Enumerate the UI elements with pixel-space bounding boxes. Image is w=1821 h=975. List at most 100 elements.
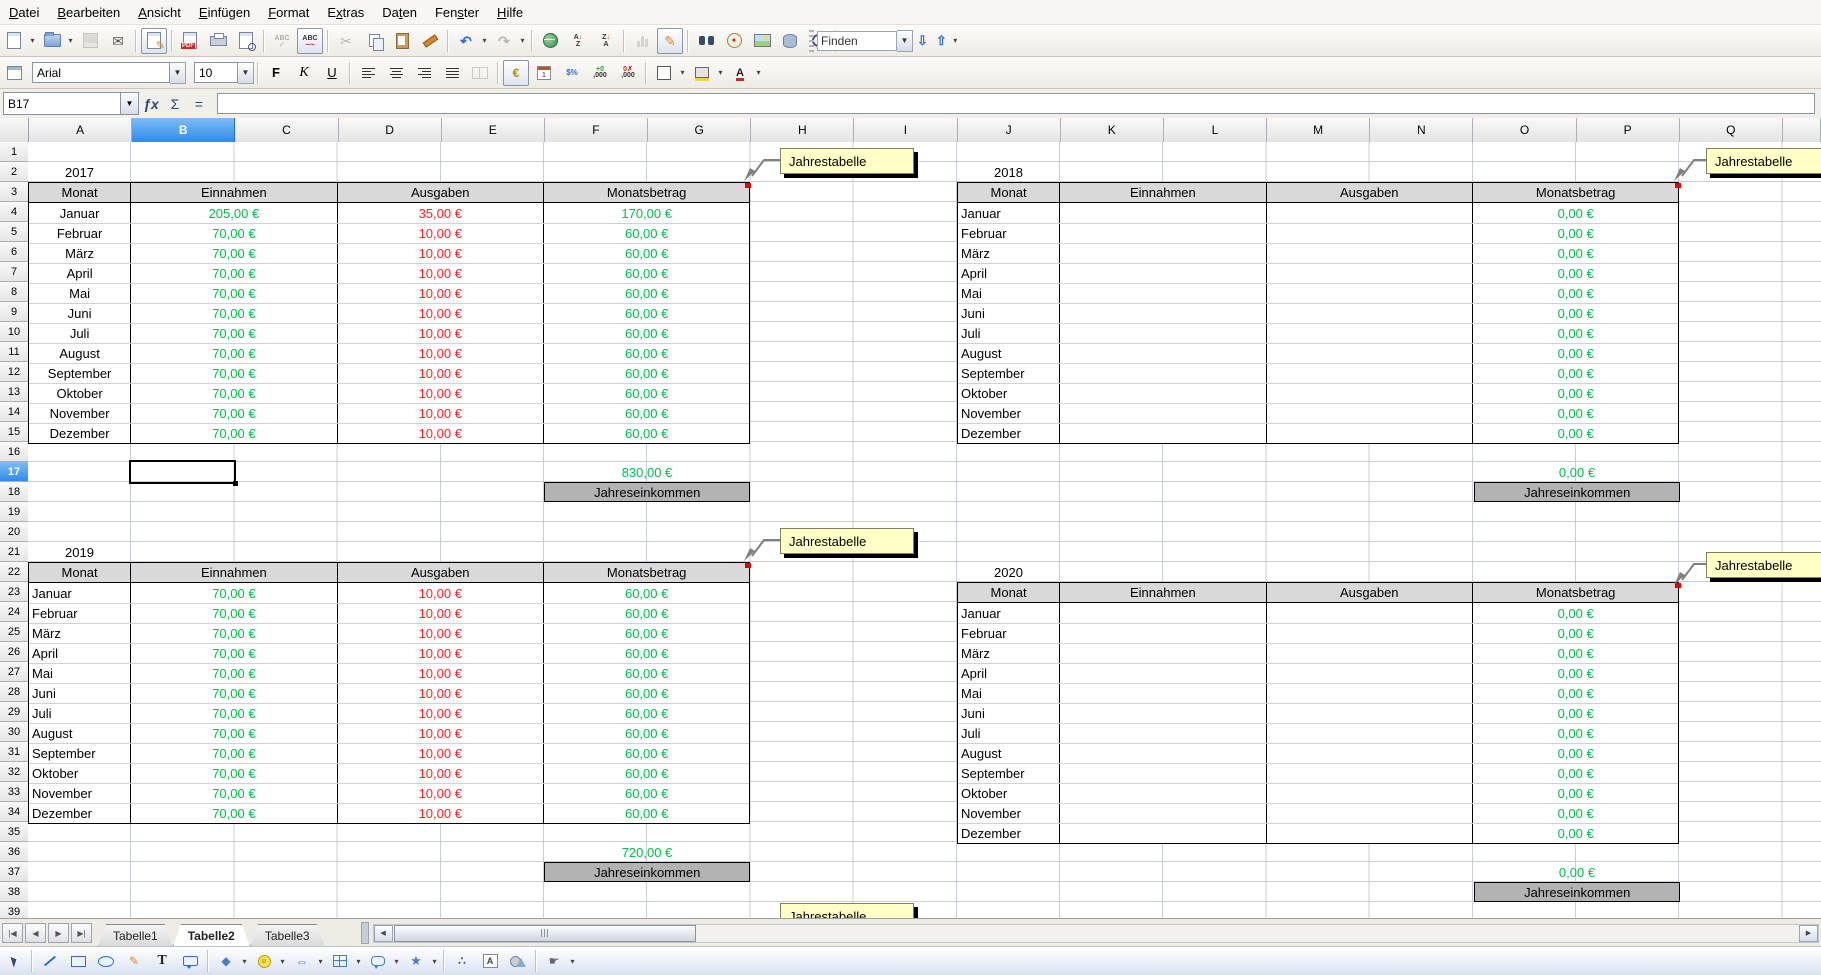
annual-sum-2018[interactable]: 0,00 € xyxy=(1474,462,1680,482)
sort-ascending-icon[interactable]: A↓Z xyxy=(565,28,591,54)
cell[interactable] xyxy=(1267,203,1473,223)
cell[interactable]: 70,00 € xyxy=(131,764,337,783)
cell[interactable] xyxy=(1060,624,1266,643)
cell[interactable]: 70,00 € xyxy=(131,384,337,403)
cell[interactable]: 10,00 € xyxy=(338,304,544,323)
merge-cells-icon[interactable] xyxy=(467,60,493,86)
year-label-2017[interactable]: 2017 xyxy=(28,162,131,182)
underline-icon[interactable]: U xyxy=(319,60,345,86)
cells-area[interactable]: 2017 2018 2019 2020 MonatEinnahmenAusgab… xyxy=(28,142,1821,918)
table-2017[interactable]: MonatEinnahmenAusgabenMonatsbetragJanuar… xyxy=(28,182,750,444)
first-sheet-icon[interactable]: |◀ xyxy=(2,923,23,943)
data-sources-icon[interactable] xyxy=(777,28,803,54)
row-header-19[interactable]: 19 xyxy=(0,502,28,522)
align-right-icon[interactable] xyxy=(411,60,437,86)
header-cell[interactable]: Monat xyxy=(958,583,1060,602)
cell[interactable]: 60,00 € xyxy=(544,644,749,663)
cell[interactable]: 70,00 € xyxy=(131,404,337,423)
header-cell[interactable]: Einnahmen xyxy=(131,563,337,582)
cell[interactable]: April xyxy=(958,264,1060,283)
row-header-2[interactable]: 2 xyxy=(0,162,28,182)
stars-icon[interactable]: ★ xyxy=(403,948,429,974)
cell[interactable]: September xyxy=(29,744,131,763)
cell[interactable] xyxy=(1267,244,1473,263)
table-2018[interactable]: MonatEinnahmenAusgabenMonatsbetragJanuar… xyxy=(957,182,1679,444)
cell[interactable]: 10,00 € xyxy=(338,684,544,703)
cell[interactable]: 0,00 € xyxy=(1473,603,1678,623)
cell[interactable] xyxy=(1267,704,1473,723)
cell[interactable] xyxy=(1267,624,1473,643)
row-header-31[interactable]: 31 xyxy=(0,742,28,762)
ellipse-icon[interactable] xyxy=(93,948,119,974)
find-dropdown-icon[interactable]: ▼ xyxy=(897,30,913,52)
hyperlink-icon[interactable] xyxy=(537,28,563,54)
cell[interactable]: 60,00 € xyxy=(544,583,749,603)
cell[interactable]: Januar xyxy=(958,203,1060,223)
cell[interactable]: 0,00 € xyxy=(1473,704,1678,723)
name-box-dropdown-icon[interactable]: ▼ xyxy=(121,92,139,115)
cell[interactable] xyxy=(1267,744,1473,763)
block-arrows-icon[interactable]: ⇔ xyxy=(289,948,315,974)
cell[interactable] xyxy=(1060,404,1266,423)
cell[interactable]: Mai xyxy=(958,284,1060,303)
cell[interactable] xyxy=(1060,384,1266,403)
cell[interactable]: 70,00 € xyxy=(131,804,337,823)
cell[interactable]: Dezember xyxy=(29,424,131,443)
cell[interactable]: 10,00 € xyxy=(338,764,544,783)
row-header-27[interactable]: 27 xyxy=(0,662,28,682)
row-header-34[interactable]: 34 xyxy=(0,802,28,822)
cell[interactable]: 70,00 € xyxy=(131,604,337,623)
cell[interactable]: 0,00 € xyxy=(1473,764,1678,783)
cell[interactable] xyxy=(1060,203,1266,223)
menu-bearbeiten[interactable]: Bearbeiten xyxy=(48,3,129,22)
cell[interactable]: Februar xyxy=(958,224,1060,243)
row-header-1[interactable]: 1 xyxy=(0,142,28,162)
cell[interactable]: Oktober xyxy=(29,764,131,783)
cell[interactable]: 10,00 € xyxy=(338,724,544,743)
cell[interactable]: 10,00 € xyxy=(338,704,544,723)
pdf-icon[interactable]: PDF xyxy=(177,28,203,54)
cell[interactable] xyxy=(1267,384,1473,403)
cell[interactable]: 70,00 € xyxy=(131,684,337,703)
cell[interactable]: 0,00 € xyxy=(1473,824,1678,843)
cell[interactable] xyxy=(1060,284,1266,303)
cell[interactable]: 60,00 € xyxy=(544,384,749,403)
row-header-37[interactable]: 37 xyxy=(0,862,28,882)
annual-sum-label-2020[interactable]: Jahreseinkommen xyxy=(1474,882,1680,902)
font-color-icon[interactable]: A xyxy=(727,60,753,86)
cell[interactable] xyxy=(1060,744,1266,763)
open-dropdown-icon[interactable]: ▾ xyxy=(66,29,75,53)
cell[interactable] xyxy=(1267,324,1473,343)
cell[interactable]: 10,00 € xyxy=(338,324,544,343)
block-arrows-dropdown-icon[interactable]: ▾ xyxy=(316,949,325,973)
cell[interactable] xyxy=(1267,603,1473,623)
cell[interactable]: Oktober xyxy=(958,384,1060,403)
cell[interactable]: 70,00 € xyxy=(131,644,337,663)
cell[interactable]: 0,00 € xyxy=(1473,304,1678,323)
callout-icon[interactable] xyxy=(177,948,203,974)
cell[interactable]: 70,00 € xyxy=(131,284,337,303)
formula-input[interactable] xyxy=(217,93,1815,114)
cell[interactable]: November xyxy=(29,784,131,803)
menu-einfügen[interactable]: Einfügen xyxy=(190,3,259,22)
cell[interactable] xyxy=(1267,284,1473,303)
column-header-partial[interactable] xyxy=(1783,118,1821,142)
cell[interactable]: 70,00 € xyxy=(131,264,337,283)
cell[interactable]: 10,00 € xyxy=(338,224,544,243)
cell[interactable]: 70,00 € xyxy=(131,583,337,603)
number-currency-icon[interactable]: € xyxy=(503,60,529,86)
line-icon[interactable] xyxy=(37,948,63,974)
cell[interactable]: 0,00 € xyxy=(1473,684,1678,703)
function-wizard-icon[interactable]: ƒx xyxy=(140,93,162,115)
cell[interactable]: 10,00 € xyxy=(338,804,544,823)
cell[interactable]: 60,00 € xyxy=(544,224,749,243)
cell[interactable]: 205,00 € xyxy=(131,203,337,223)
table-2019[interactable]: MonatEinnahmenAusgabenMonatsbetragJanuar… xyxy=(28,562,750,824)
header-cell[interactable]: Monat xyxy=(958,183,1060,202)
cell[interactable]: Oktober xyxy=(958,784,1060,803)
row-header-25[interactable]: 25 xyxy=(0,622,28,642)
cell[interactable]: 60,00 € xyxy=(544,344,749,363)
cell[interactable]: Februar xyxy=(958,624,1060,643)
cell[interactable] xyxy=(1060,424,1266,443)
cell[interactable]: 60,00 € xyxy=(544,324,749,343)
